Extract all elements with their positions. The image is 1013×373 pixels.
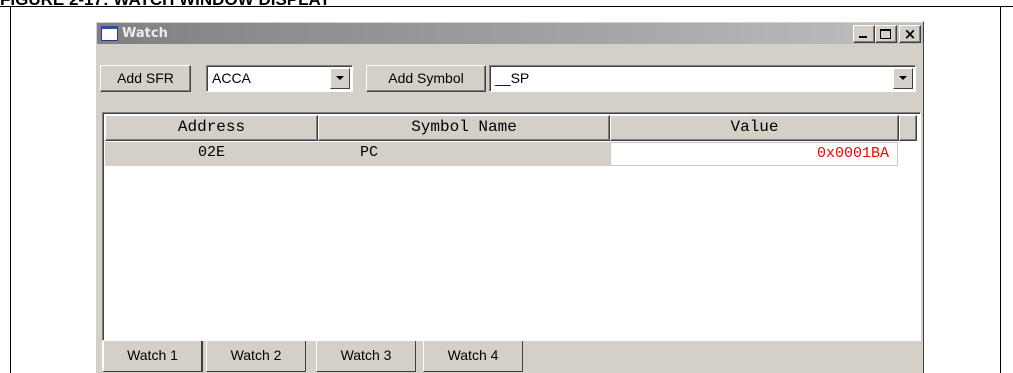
table-row[interactable]: 02E PC 0x0001BA bbox=[105, 142, 898, 166]
maximize-icon bbox=[880, 29, 891, 39]
close-button[interactable]: × bbox=[899, 25, 921, 43]
symbol-dropdown-button[interactable] bbox=[893, 68, 913, 89]
cell-symbol-name: PC bbox=[318, 142, 610, 166]
close-icon: × bbox=[903, 25, 917, 43]
watch-window: Watch × Add SFR ACCA Add Symbol __SP Add… bbox=[95, 21, 924, 373]
watch-tabs: Watch 1 Watch 2 Watch 3 Watch 4 bbox=[102, 341, 921, 373]
watch-window-icon bbox=[101, 26, 118, 41]
column-header-value[interactable]: Value bbox=[610, 115, 899, 141]
column-header-filler bbox=[899, 115, 917, 141]
watch-list[interactable]: Address Symbol Name Value 02E PC 0x0001B… bbox=[102, 112, 921, 341]
column-header-address[interactable]: Address bbox=[105, 115, 318, 141]
tab-watch-4[interactable]: Watch 4 bbox=[423, 341, 523, 372]
symbol-select-value: __SP bbox=[495, 70, 530, 86]
tab-watch-2[interactable]: Watch 2 bbox=[206, 341, 306, 372]
minimize-icon bbox=[859, 36, 867, 38]
column-header-symbol-name[interactable]: Symbol Name bbox=[318, 115, 610, 141]
figure-frame-left bbox=[10, 6, 11, 373]
tab-watch-3[interactable]: Watch 3 bbox=[316, 341, 416, 372]
symbol-select[interactable]: __SP bbox=[489, 65, 916, 92]
caption-rule bbox=[0, 6, 1013, 7]
sfr-dropdown-button[interactable] bbox=[330, 68, 350, 89]
chevron-down-icon bbox=[899, 76, 907, 80]
title-bar[interactable]: Watch × bbox=[97, 23, 923, 44]
window-title: Watch bbox=[122, 26, 168, 41]
sfr-select-value: ACCA bbox=[212, 70, 251, 86]
add-sfr-button[interactable]: Add SFR bbox=[100, 65, 191, 92]
add-symbol-button[interactable]: Add Symbol bbox=[366, 65, 486, 92]
minimize-button[interactable] bbox=[853, 25, 875, 43]
figure-frame-right bbox=[1000, 6, 1001, 373]
figure-caption: FIGURE 2-17: WATCH WINDOW DISPLAY bbox=[0, 0, 1013, 9]
cell-value[interactable]: 0x0001BA bbox=[610, 142, 898, 166]
cell-address: 02E bbox=[105, 142, 318, 166]
maximize-button[interactable] bbox=[875, 25, 897, 43]
sfr-select[interactable]: ACCA bbox=[206, 65, 353, 92]
tab-watch-1[interactable]: Watch 1 bbox=[102, 341, 203, 372]
chevron-down-icon bbox=[336, 76, 344, 80]
